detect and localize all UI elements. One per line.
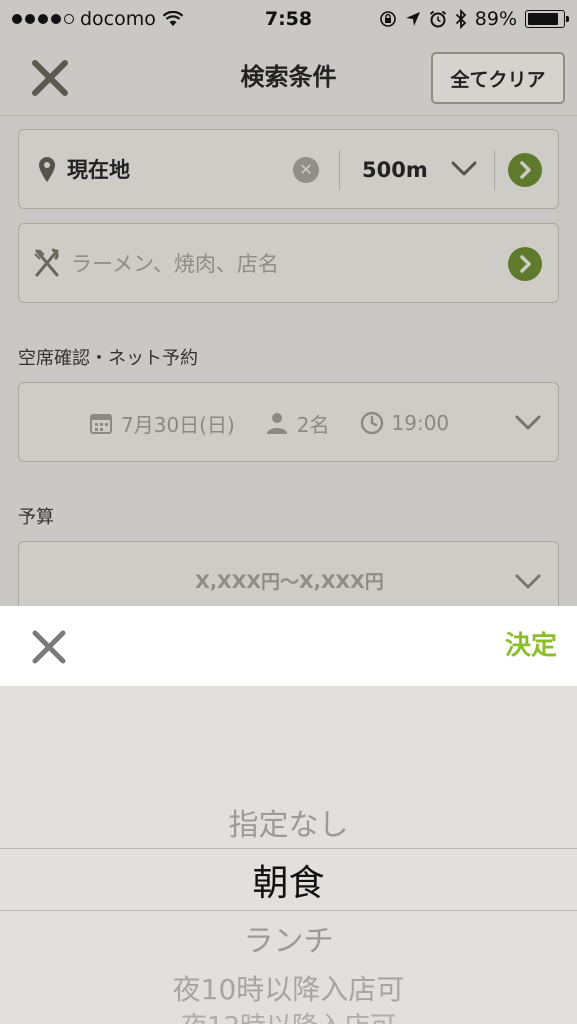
search-form: 現在地 ✕ 500m ラーメン、焼肉、店名 空席確認・ネット予約 7月30日(日… [0, 116, 577, 621]
reservation-field[interactable]: 7月30日(日) 2名 19:00 [18, 382, 559, 462]
chevron-down-icon[interactable] [515, 573, 541, 591]
chevron-right-icon [520, 255, 531, 273]
location-pin-icon [39, 157, 55, 182]
picker-option[interactable]: 指定なし [0, 800, 577, 844]
chevron-down-icon[interactable] [451, 160, 477, 178]
status-bar: docomo 7:58 89% [0, 0, 577, 38]
battery-icon [525, 10, 569, 28]
budget-label: 予算 [18, 507, 54, 528]
picker-option[interactable]: 夜10時以降入店可 [0, 968, 577, 1008]
status-time: 7:58 [264, 8, 313, 30]
chevron-down-icon[interactable] [515, 414, 541, 432]
selection-line [0, 848, 577, 849]
divider [494, 150, 495, 190]
picker-option[interactable]: 夜12時以降入店可 [0, 1006, 577, 1024]
distance-value[interactable]: 500m [362, 130, 428, 210]
close-icon[interactable] [30, 628, 68, 666]
location-go-button[interactable] [508, 153, 542, 187]
keyword-field[interactable]: ラーメン、焼肉、店名 [18, 223, 559, 303]
reservation-time: 19:00 [391, 411, 450, 435]
selection-line [0, 910, 577, 911]
calendar-icon [90, 414, 112, 434]
clear-all-button[interactable]: 全てクリア [431, 52, 565, 104]
picker-toolbar: 決定 [0, 606, 577, 686]
keyword-input[interactable]: ラーメン、焼肉、店名 [71, 224, 279, 304]
reservation-people: 2名 [296, 412, 330, 437]
done-button[interactable]: 決定 [505, 606, 557, 686]
clear-location-icon[interactable]: ✕ [293, 157, 319, 183]
navigation-header: 検索条件 全てクリア [0, 38, 577, 116]
divider [339, 150, 340, 190]
picker-option-selected[interactable]: 朝食 [0, 854, 577, 906]
reservation-summary: 7月30日(日) 2名 19:00 [89, 383, 449, 463]
location-value: 現在地 [67, 158, 130, 182]
fork-knife-icon [34, 248, 59, 277]
picker-option[interactable]: ランチ [0, 916, 577, 960]
picker-wheel[interactable]: 指定なし 朝食 ランチ 夜10時以降入店可 夜12時以降入店可 [0, 686, 577, 1024]
reservation-date: 7月30日(日) [121, 412, 235, 437]
chevron-right-icon [520, 161, 531, 179]
person-icon [266, 413, 287, 434]
location-field[interactable]: 現在地 ✕ 500m [18, 129, 559, 209]
clock-icon [360, 411, 383, 435]
keyword-go-button[interactable] [508, 247, 542, 281]
reservation-label: 空席確認・ネット予約 [18, 348, 198, 369]
